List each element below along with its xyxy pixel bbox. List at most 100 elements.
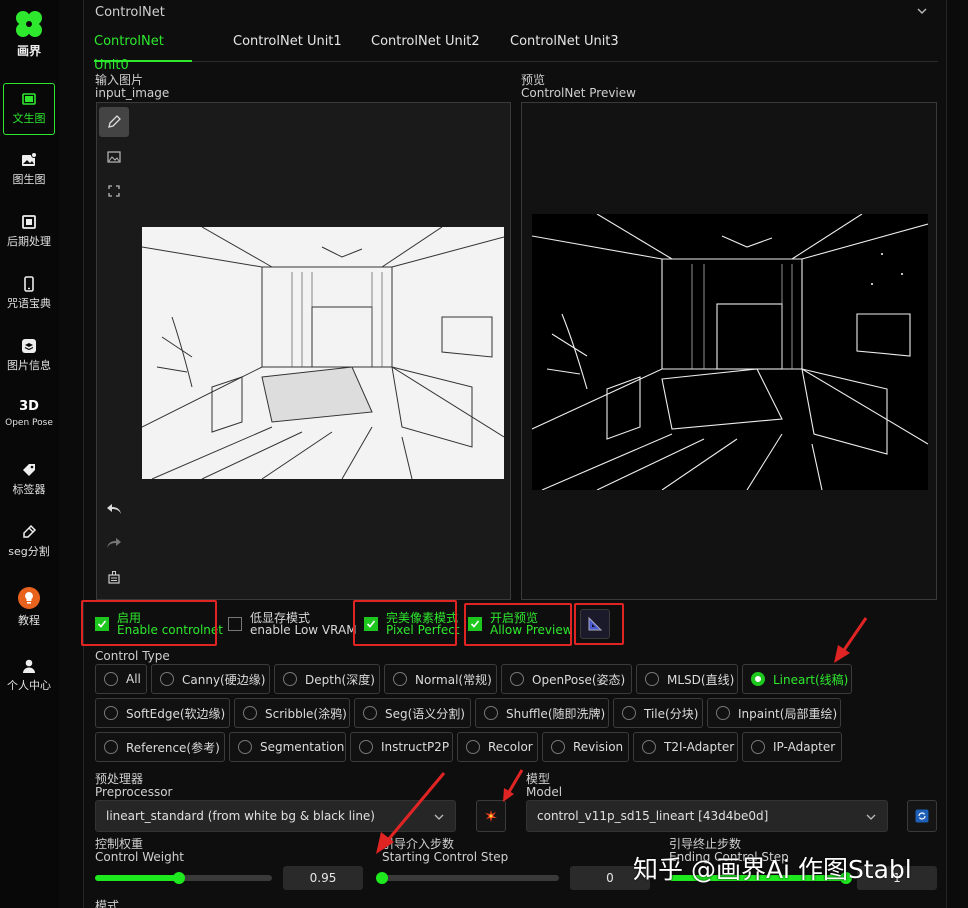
radio-ip-adapter[interactable]: IP-Adapter <box>742 732 842 762</box>
radio-segmentation[interactable]: Segmentation <box>229 732 346 762</box>
sidebar-item-openpose[interactable]: 3D Open Pose <box>3 393 55 445</box>
radio-softedge[interactable]: SoftEdge(软边缘) <box>95 698 230 728</box>
radio-shuffle[interactable]: Shuffle(随即洗牌) <box>475 698 609 728</box>
annotation-arrow-icon <box>834 617 868 663</box>
redo-icon[interactable] <box>99 528 129 558</box>
sidebar-item-label: 图生图 <box>12 173 46 186</box>
clover-logo-icon <box>16 11 42 37</box>
tab-unit2[interactable]: ControlNet Unit2 <box>371 30 480 62</box>
control-weight-slider[interactable] <box>95 872 272 884</box>
app-logo[interactable]: 画界 <box>8 8 50 59</box>
sidebar-item-label: seg分割 <box>8 545 50 558</box>
radio-scribble[interactable]: Scribble(涂鸦) <box>234 698 350 728</box>
model-select[interactable]: control_v11p_sd15_lineart [43d4be0d] <box>526 800 888 832</box>
sidebar-item-label: Open Pose <box>5 418 53 428</box>
tab-unit1[interactable]: ControlNet Unit1 <box>233 30 342 62</box>
mode-label: 模式 <box>95 899 120 908</box>
sidebar: 画界 文生图 图生图 后期处理 咒语宝典 图片信息 3D Open Pose 标… <box>0 0 59 908</box>
sidebar-item-profile[interactable]: 个人中心 <box>3 651 55 703</box>
pencil-icon[interactable] <box>99 107 129 137</box>
preview-label: 预览 ControlNet Preview <box>521 73 636 100</box>
image-add-icon <box>22 152 37 166</box>
bulb-icon <box>18 587 40 609</box>
sidebar-item-img2img[interactable]: 图生图 <box>3 145 55 197</box>
radio-seg[interactable]: Seg(语义分割) <box>354 698 471 728</box>
radio-mlsd[interactable]: MLSD(直线) <box>636 664 738 694</box>
section-title: ControlNet <box>95 5 165 20</box>
tag-icon <box>23 464 35 476</box>
control-weight-label: 控制权重 Control Weight <box>95 837 184 864</box>
sidebar-item-seg[interactable]: seg分割 <box>3 517 55 569</box>
sidebar-item-txt2img[interactable]: 文生图 <box>3 83 55 135</box>
sidebar-item-tagger[interactable]: 标签器 <box>3 455 55 507</box>
watermark: 知乎 @画界Ai 作图Stabl <box>633 855 912 884</box>
sidebar-item-tutorial[interactable]: 教程 <box>3 583 55 635</box>
radio-recolor[interactable]: Recolor <box>457 732 538 762</box>
sidebar-item-prompt-book[interactable]: 咒语宝典 <box>3 269 55 321</box>
highlight-frame <box>464 603 572 646</box>
radio-tile[interactable]: Tile(分块) <box>613 698 703 728</box>
tab-unit0[interactable]: ControlNet Unit0 <box>94 30 192 73</box>
brush-icon <box>23 524 37 538</box>
refresh-models-button[interactable] <box>907 800 937 832</box>
model-label: 模型 Model <box>526 772 563 799</box>
sidebar-item-label: 后期处理 <box>7 235 51 248</box>
sidebar-item-label: 咒语宝典 <box>7 297 51 310</box>
radio-inpaint[interactable]: Inpaint(局部重绘) <box>707 698 841 728</box>
3d-icon: 3D <box>19 399 39 414</box>
radio-openpose[interactable]: OpenPose(姿态) <box>501 664 632 694</box>
annotation-arrow-icon <box>376 772 446 854</box>
user-icon <box>23 659 35 673</box>
radio-depth[interactable]: Depth(深度) <box>274 664 380 694</box>
radio-reference[interactable]: Reference(参考) <box>95 732 225 762</box>
radio-normal[interactable]: Normal(常规) <box>384 664 497 694</box>
canvas-toolbar <box>97 103 131 599</box>
clear-icon[interactable] <box>99 562 129 592</box>
slider-knob[interactable] <box>173 872 186 884</box>
undo-icon[interactable] <box>99 494 129 524</box>
sidebar-item-image-info[interactable]: 图片信息 <box>3 331 55 383</box>
low-vram-checkbox[interactable]: 低显存模式 enable Low VRAM <box>228 612 357 636</box>
input-image-canvas[interactable] <box>96 102 511 600</box>
input-image-label: 输入图片 input_image <box>95 73 170 100</box>
fullscreen-icon[interactable] <box>99 176 129 206</box>
radio-t2i-adapter[interactable]: T2I-Adapter <box>633 732 738 762</box>
chevron-down-icon[interactable] <box>916 5 928 17</box>
preprocessor-label: 预处理器 Preprocessor <box>95 772 173 799</box>
image-icon[interactable] <box>99 142 129 172</box>
lineart-preview-image <box>532 214 928 490</box>
checkbox-box[interactable] <box>228 617 242 631</box>
control-weight-input[interactable]: 0.95 <box>283 866 363 890</box>
run-preprocessor-button[interactable] <box>476 800 506 832</box>
explosion-icon <box>485 810 497 822</box>
highlight-frame <box>574 603 624 645</box>
refresh-icon <box>915 809 929 823</box>
slider-knob[interactable] <box>376 872 388 884</box>
unit-tabs: ControlNet Unit0 ControlNet Unit1 Contro… <box>94 30 938 73</box>
sidebar-item-label: 标签器 <box>12 483 46 496</box>
sidebar-item-label: 图片信息 <box>7 359 51 372</box>
chevron-down-icon <box>866 814 876 820</box>
highlight-frame <box>81 600 217 646</box>
phone-book-icon <box>24 276 34 292</box>
control-type-label: Control Type <box>95 649 170 663</box>
radio-revision[interactable]: Revision <box>542 732 629 762</box>
highlight-frame <box>353 600 457 646</box>
start-step-slider[interactable] <box>376 872 559 884</box>
preview-canvas <box>521 102 937 600</box>
input-sketch-image <box>142 227 504 479</box>
sidebar-item-label: 文生图 <box>12 112 46 125</box>
tab-unit3[interactable]: ControlNet Unit3 <box>510 30 619 62</box>
radio-lineart[interactable]: Lineart(线稿) <box>742 664 852 694</box>
sidebar-item-label: 教程 <box>18 614 40 627</box>
radio-canny[interactable]: Canny(硬边缘) <box>151 664 270 694</box>
sidebar-item-postprocess[interactable]: 后期处理 <box>3 207 55 259</box>
postprocess-icon <box>22 215 36 229</box>
radio-instructp2p[interactable]: InstructP2P <box>350 732 453 762</box>
sidebar-item-label: 个人中心 <box>7 679 51 692</box>
logo-text: 画界 <box>16 44 41 58</box>
image-card-icon <box>22 93 36 105</box>
radio-all[interactable]: All <box>95 664 147 694</box>
annotation-arrow-icon <box>503 769 524 802</box>
stack-icon <box>22 339 36 353</box>
